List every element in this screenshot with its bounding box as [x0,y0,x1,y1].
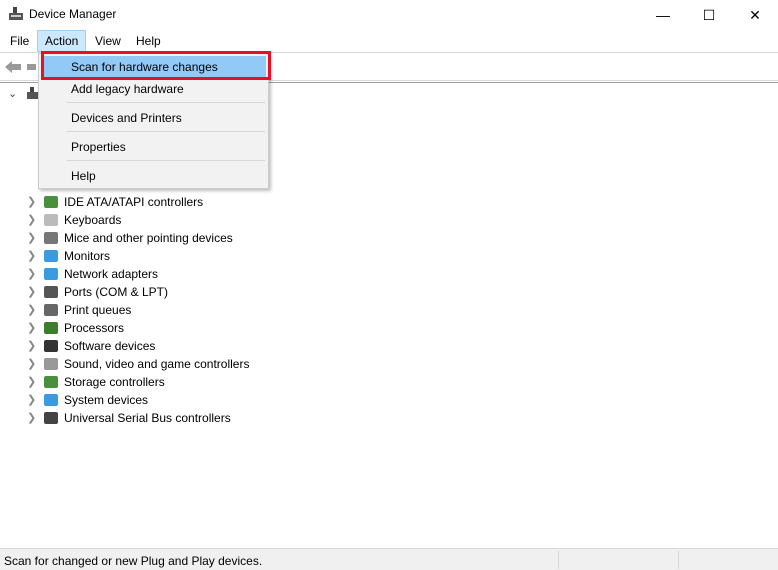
chevron-right-icon[interactable]: ❯ [27,411,36,424]
chevron-right-icon[interactable]: ❯ [27,195,36,208]
tree-item[interactable]: ❯ Sound, video and game controllers [0,355,400,373]
status-divider [558,551,559,569]
mouse-icon [44,232,58,244]
menu-item-devices-printers[interactable]: Devices and Printers [41,107,266,129]
tree-item-label: Software devices [64,339,156,353]
menu-help[interactable]: Help [129,30,168,52]
window-title: Device Manager [29,7,117,21]
monitor-icon [44,250,58,262]
tree-item[interactable]: ❯ Keyboards [0,211,400,229]
software-device-icon [44,340,58,352]
device-manager-icon [9,7,23,20]
chevron-right-icon[interactable]: ❯ [27,267,36,280]
menu-view[interactable]: View [88,30,128,52]
printer-icon [44,304,58,316]
tree-item-label: Sound, video and game controllers [64,357,250,371]
menu-separator [67,160,265,161]
chevron-right-icon[interactable]: ❯ [27,357,36,370]
menu-action[interactable]: Action [37,30,87,52]
tree-item[interactable]: ❯ Print queues [0,301,400,319]
chevron-right-icon[interactable]: ❯ [27,339,36,352]
tree-item[interactable]: ❯ Network adapters [0,265,400,283]
tree-item-label: Universal Serial Bus controllers [64,411,231,425]
menu-item-add-legacy-hardware[interactable]: Add legacy hardware [41,78,266,100]
tree-item[interactable]: ❯ Universal Serial Bus controllers [0,409,400,427]
tree-item[interactable]: ❯ Mice and other pointing devices [0,229,400,247]
tree-item-label: Mice and other pointing devices [64,231,233,245]
chevron-right-icon[interactable]: ❯ [27,375,36,388]
network-adapter-icon [44,268,58,280]
chevron-right-icon[interactable]: ❯ [27,321,36,334]
tree-item-label: Keyboards [64,213,122,227]
title-bar: Device Manager — ☐ ✕ [0,0,778,30]
chevron-right-icon[interactable]: ❯ [27,213,36,226]
status-text: Scan for changed or new Plug and Play de… [4,554,263,568]
menu-file[interactable]: File [3,30,36,52]
close-button[interactable]: ✕ [732,0,778,30]
menu-separator [67,131,265,132]
tree-item[interactable]: ❯ IDE ATA/ATAPI controllers [0,193,400,211]
status-bar: Scan for changed or new Plug and Play de… [0,548,778,570]
tree-item-label: Network adapters [64,267,159,281]
chevron-right-icon[interactable]: ❯ [27,303,36,316]
chevron-right-icon[interactable]: ❯ [27,285,36,298]
tree-item[interactable]: ❯ Storage controllers [0,373,400,391]
menu-separator [67,102,265,103]
chevron-right-icon[interactable]: ❯ [27,393,36,406]
tree-item-label: Ports (COM & LPT) [64,285,169,299]
tree-item-label: Processors [64,321,125,335]
tree-item-label: IDE ATA/ATAPI controllers [64,195,204,209]
port-icon [44,286,58,298]
status-divider [678,551,679,569]
speaker-icon [44,358,58,370]
usb-icon [44,412,58,424]
tree-item-label: Storage controllers [64,375,165,389]
back-arrow-icon[interactable] [4,59,22,75]
tree-item[interactable]: ❯ Software devices [0,337,400,355]
forward-arrow-icon[interactable] [26,59,36,75]
menu-item-properties[interactable]: Properties [41,136,266,158]
tree-item-label: Print queues [64,303,132,317]
menu-item-help[interactable]: Help [41,165,266,187]
chevron-right-icon[interactable]: ❯ [27,249,36,262]
maximize-button[interactable]: ☐ [686,0,732,30]
tree-item-label: System devices [64,393,149,407]
highlight-annotation-box [41,51,271,80]
tree-item[interactable]: ❯ Monitors [0,247,400,265]
tree-item[interactable]: ❯ Processors [0,319,400,337]
tree-item-label: Monitors [64,249,111,263]
minimize-button[interactable]: — [640,0,686,30]
processor-icon [44,322,58,334]
tree-item[interactable]: ❯ System devices [0,391,400,409]
system-device-icon [44,394,58,406]
tree-item[interactable]: ❯ Ports (COM & LPT) [0,283,400,301]
chevron-down-icon[interactable]: ⌄ [8,87,17,100]
storage-controller-icon [44,376,58,388]
chevron-right-icon[interactable]: ❯ [27,231,36,244]
keyboard-icon [44,214,58,226]
ide-controller-icon [44,196,58,208]
